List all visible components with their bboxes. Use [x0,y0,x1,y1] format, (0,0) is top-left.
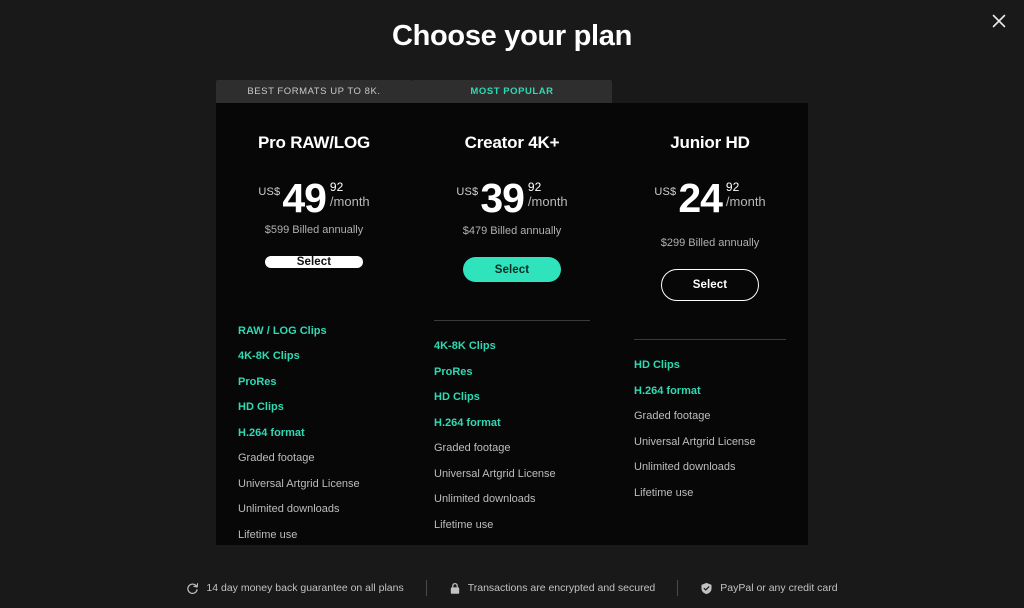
plan-card-pro: BEST FORMATS UP TO 8K. Pro RAW/LOG US$ 4… [216,80,412,545]
plan-divider [434,320,590,321]
footer-item-encrypted: Transactions are encrypted and secured [427,582,678,595]
plan-badge-junior [612,80,808,103]
feature-item: 4K-8K Clips [434,340,496,352]
plan-title-pro: Pro RAW/LOG [257,133,371,152]
plan-price-creator: US$ 39 92 /month [456,175,568,221]
plan-title-junior: Junior HD [670,133,750,152]
trust-footer: 14 day money back guarantee on all plans… [0,580,1024,596]
plan-price-pro: US$ 49 92 /month [258,175,370,221]
price-cents: 92 [725,180,740,194]
plan-divider [634,339,786,340]
plan-body-junior: Junior HD US$ 24 92 /month $299 Billed a… [612,103,808,545]
close-icon [992,14,1006,28]
close-dialog-button[interactable] [984,6,1014,36]
price-amount: 49 [282,175,327,221]
price-amount: 24 [678,175,723,221]
plan-card-creator: MOST POPULAR Creator 4K+ US$ 39 92 /mont… [412,80,612,545]
refresh-icon [186,582,199,595]
price-period: /month [527,194,568,210]
plan-billed-pro: $599 Billed annually [264,223,364,236]
footer-label: PayPal or any credit card [720,582,838,594]
feature-item: HD Clips [434,391,480,403]
select-button-pro[interactable]: Select [265,255,363,268]
plan-badge-pro: BEST FORMATS UP TO 8K. [216,80,412,103]
feature-item: HD Clips [634,359,680,371]
plan-billed-creator: $479 Billed annually [462,225,562,238]
feature-item: ProRes [238,375,277,388]
price-amount: 39 [480,175,525,221]
feature-item: Unlimited downloads [634,461,736,473]
plan-billed-junior: $299 Billed annually [660,237,760,249]
footer-item-payment: PayPal or any credit card [678,582,859,595]
select-button-junior[interactable]: Select [661,269,759,301]
footer-label: 14 day money back guarantee on all plans [206,582,404,594]
feature-item: H.264 format [634,384,701,397]
feature-item: Lifetime use [634,486,694,499]
plan-price-junior: US$ 24 92 /month [654,175,766,231]
plan-card-junior: Junior HD US$ 24 92 /month $299 Billed a… [612,80,808,545]
feature-item: Graded footage [238,452,315,465]
lock-icon [449,582,461,595]
feature-item: H.264 format [238,426,305,439]
feature-item: ProRes [434,365,473,378]
price-currency: US$ [258,186,281,198]
footer-item-guarantee: 14 day money back guarantee on all plans [164,582,425,595]
feature-list-junior: HD Clips H.264 format Graded footage Uni… [634,360,786,513]
plan-badge-creator: MOST POPULAR [412,80,612,103]
feature-item: Universal Artgrid License [434,467,556,480]
feature-item: Unlimited downloads [238,503,340,516]
feature-item: 4K-8K Clips [238,350,300,363]
plan-body-pro: Pro RAW/LOG US$ 49 92 /month $599 Billed… [216,103,412,545]
shield-check-icon [700,582,713,595]
feature-list-pro: RAW / LOG Clips 4K-8K Clips ProRes HD Cl… [238,324,390,556]
price-cents: 92 [329,180,344,194]
feature-item: Lifetime use [238,528,298,541]
feature-item: Universal Artgrid License [238,477,360,490]
plans-container: BEST FORMATS UP TO 8K. Pro RAW/LOG US$ 4… [216,80,808,545]
select-button-creator[interactable]: Select [463,257,561,283]
feature-item: Graded footage [634,410,711,422]
feature-item: HD Clips [238,401,284,414]
feature-item: Universal Artgrid License [634,435,756,448]
plan-body-creator: Creator 4K+ US$ 39 92 /month $479 Billed… [412,103,612,545]
feature-item: H.264 format [434,416,501,429]
price-period: /month [725,194,766,210]
price-period: /month [329,194,370,210]
feature-item: Unlimited downloads [434,493,536,505]
feature-list-creator: 4K-8K Clips ProRes HD Clips H.264 format… [434,341,590,545]
feature-item: Graded footage [434,442,511,454]
price-currency: US$ [654,186,677,198]
footer-label: Transactions are encrypted and secured [467,582,656,594]
feature-item: Lifetime use [434,518,494,531]
price-cents: 92 [527,180,542,194]
page-title: Choose your plan [391,20,633,52]
plan-title-creator: Creator 4K+ [464,133,560,152]
price-currency: US$ [456,186,479,198]
feature-item: RAW / LOG Clips [238,324,327,337]
